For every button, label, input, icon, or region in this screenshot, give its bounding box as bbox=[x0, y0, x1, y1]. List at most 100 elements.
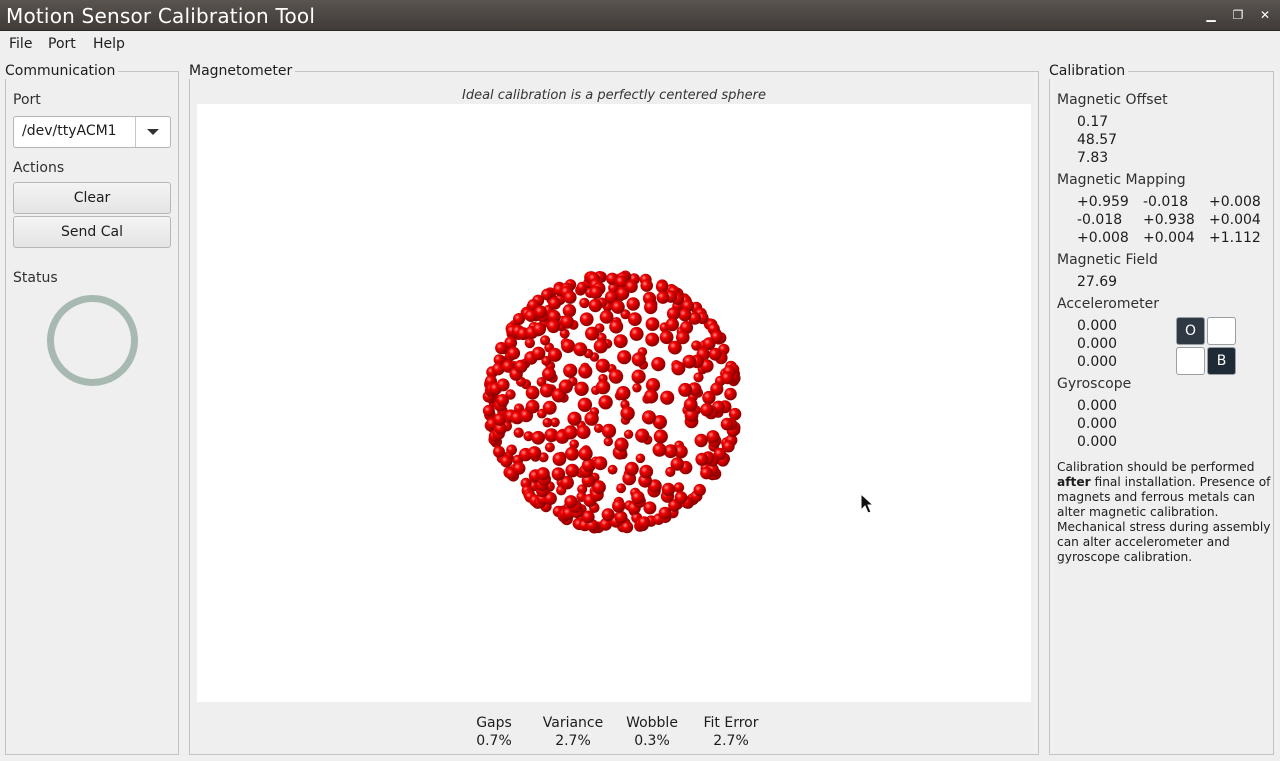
accel-y: 0.000 bbox=[1077, 336, 1118, 352]
data-point bbox=[656, 291, 670, 304]
metric-wobble: Wobble 0.3% bbox=[622, 715, 682, 749]
menu-bar: File Port Help bbox=[0, 31, 1280, 58]
data-point bbox=[581, 510, 595, 524]
data-point bbox=[532, 322, 546, 336]
data-point bbox=[551, 467, 566, 481]
data-point bbox=[574, 381, 589, 396]
magnetic-field-label: Magnetic Field bbox=[1057, 252, 1158, 268]
sphere-scatter bbox=[482, 270, 742, 534]
data-point bbox=[561, 339, 576, 354]
data-point bbox=[562, 304, 577, 318]
data-point bbox=[702, 390, 716, 405]
combo-divider bbox=[135, 117, 136, 147]
data-point bbox=[585, 326, 599, 341]
orientation-cell-o: O bbox=[1176, 317, 1205, 345]
communication-title: Communication bbox=[5, 63, 119, 79]
data-point bbox=[670, 457, 685, 471]
data-point bbox=[598, 395, 613, 410]
note-text: Calibration should be performed bbox=[1057, 460, 1255, 474]
data-point bbox=[546, 319, 561, 334]
metric-variance: Variance 2.7% bbox=[537, 715, 609, 749]
mapping-cell: -0.018 bbox=[1143, 194, 1189, 210]
metric-value: 2.7% bbox=[555, 733, 591, 749]
mapping-cell: -0.018 bbox=[1077, 212, 1123, 228]
mapping-cell: +0.959 bbox=[1077, 194, 1129, 210]
send-cal-button[interactable]: Send Cal bbox=[13, 216, 171, 248]
data-point bbox=[573, 342, 588, 357]
gyroscope-label: Gyroscope bbox=[1057, 376, 1132, 392]
data-point bbox=[635, 453, 646, 464]
mapping-cell: +0.008 bbox=[1209, 194, 1261, 210]
data-point bbox=[496, 378, 510, 392]
data-point bbox=[603, 436, 613, 447]
data-point bbox=[578, 446, 593, 461]
data-point bbox=[482, 404, 495, 417]
data-point bbox=[593, 339, 608, 354]
actions-label: Actions bbox=[13, 160, 65, 176]
data-point bbox=[534, 305, 548, 319]
gyro-x: 0.000 bbox=[1077, 398, 1118, 414]
mapping-cell: +0.004 bbox=[1209, 212, 1261, 228]
accel-x: 0.000 bbox=[1077, 318, 1118, 334]
data-point bbox=[678, 382, 693, 397]
data-point bbox=[595, 358, 610, 373]
data-point bbox=[593, 456, 608, 471]
magnetometer-title: Magnetometer bbox=[189, 63, 296, 79]
calibration-title: Calibration bbox=[1049, 63, 1129, 79]
maximize-icon[interactable]: ❐ bbox=[1230, 7, 1246, 23]
chevron-down-icon[interactable] bbox=[147, 129, 159, 135]
data-point bbox=[565, 446, 579, 461]
data-point bbox=[558, 379, 573, 394]
data-point bbox=[540, 335, 551, 346]
data-point bbox=[631, 352, 646, 367]
magnetic-mapping-label: Magnetic Mapping bbox=[1057, 172, 1186, 188]
magnetometer-plot[interactable] bbox=[197, 104, 1031, 702]
data-point bbox=[721, 371, 734, 385]
mapping-cell: +0.004 bbox=[1143, 230, 1195, 246]
data-point bbox=[613, 334, 628, 349]
data-point bbox=[607, 464, 618, 475]
data-point bbox=[589, 285, 603, 299]
minimize-icon[interactable]: ▁ bbox=[1203, 7, 1219, 23]
data-point bbox=[616, 483, 627, 494]
port-select[interactable]: /dev/ttyACM1 bbox=[13, 116, 171, 148]
data-point bbox=[567, 411, 582, 426]
data-point bbox=[665, 317, 679, 332]
data-point bbox=[512, 462, 526, 475]
metric-label: Wobble bbox=[626, 715, 678, 731]
mapping-cell: +0.008 bbox=[1077, 230, 1129, 246]
mapping-cell: +1.112 bbox=[1209, 230, 1261, 246]
data-point bbox=[513, 427, 524, 438]
data-point bbox=[614, 510, 628, 524]
accelerometer-label: Accelerometer bbox=[1057, 296, 1159, 312]
status-label: Status bbox=[13, 270, 58, 286]
data-point bbox=[548, 296, 562, 310]
data-point bbox=[668, 340, 682, 355]
menu-help[interactable]: Help bbox=[93, 36, 125, 52]
calibration-note: Calibration should be performed after fi… bbox=[1057, 460, 1271, 565]
data-point bbox=[624, 461, 639, 476]
data-point bbox=[588, 298, 603, 313]
data-point bbox=[651, 357, 666, 372]
data-point bbox=[674, 491, 688, 505]
data-point bbox=[655, 280, 669, 293]
data-point bbox=[629, 326, 644, 341]
data-point bbox=[500, 455, 513, 468]
data-point bbox=[695, 452, 709, 466]
data-point bbox=[525, 385, 540, 400]
data-point bbox=[700, 466, 713, 480]
data-point bbox=[507, 346, 521, 360]
orientation-cell-empty bbox=[1176, 347, 1205, 375]
clear-button[interactable]: Clear bbox=[13, 182, 171, 214]
menu-file[interactable]: File bbox=[9, 36, 32, 52]
data-point bbox=[700, 403, 714, 417]
data-point bbox=[584, 411, 599, 426]
data-point bbox=[632, 383, 642, 393]
data-point bbox=[542, 417, 553, 428]
data-point bbox=[548, 347, 562, 362]
close-icon[interactable]: ✕ bbox=[1257, 7, 1273, 23]
plot-caption: Ideal calibration is a perfectly centere… bbox=[461, 88, 766, 103]
data-point bbox=[595, 379, 611, 395]
data-point bbox=[608, 369, 624, 384]
menu-port[interactable]: Port bbox=[48, 36, 76, 52]
